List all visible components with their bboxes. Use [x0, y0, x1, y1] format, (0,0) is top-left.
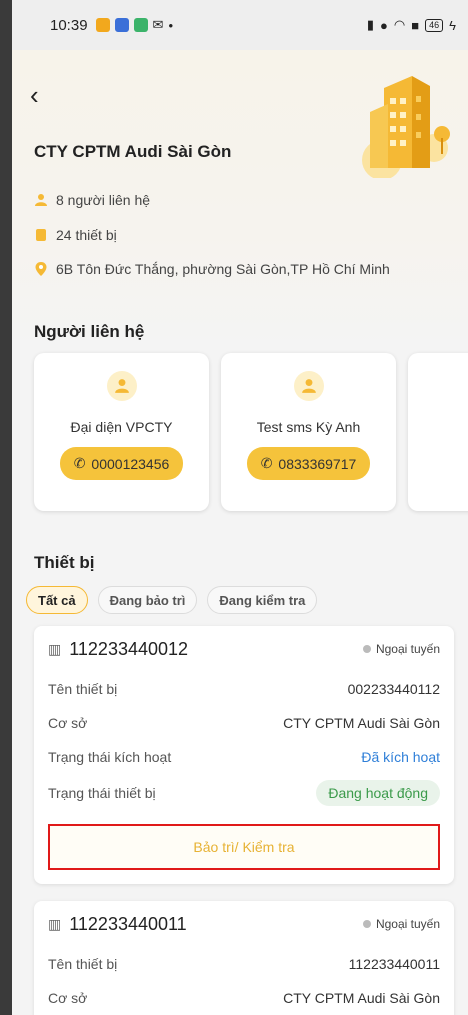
avatar [106, 371, 137, 401]
device-name-row: Tên thiết bị 112233440011 [48, 947, 440, 981]
device-code: 112233440012 [69, 638, 189, 659]
device-site-value: CTY CPTM Audi Sài Gòn [283, 715, 440, 731]
device-code: 112233440011 [69, 913, 187, 934]
contacts-section-title: Người liên hệ [34, 322, 145, 341]
wifi-icon: ◠ [393, 17, 406, 32]
device-filter-chips: Tất cả Đang bảo trì Đang kiểm tra [26, 586, 318, 614]
device-site-row: Cơ sở CTY CPTM Audi Sài Gòn [48, 706, 440, 740]
connection-status-label: Ngoại tuyến [375, 917, 440, 931]
vibrate-icon: ▮ [366, 17, 375, 32]
avatar [293, 371, 324, 401]
devices-section-title: Thiết bị [34, 553, 95, 572]
device-activation-row: Trạng thái kích hoạt Đã kích hoạt [48, 740, 440, 774]
device-site-label: Cơ sở [48, 990, 88, 1006]
person-icon [301, 379, 316, 393]
device-card[interactable]: ▥ 112233440012 Ngoại tuyến Tên thiết bị … [34, 626, 454, 884]
address-row: 6B Tôn Đức Thắng, phường Sài Gòn,TP Hồ C… [34, 261, 390, 277]
connection-status-label: Ngoại tuyến [375, 642, 440, 656]
device-activation-label: Trạng thái kích hoạt [48, 749, 172, 765]
more-dot-icon: • [168, 17, 174, 33]
person-icon [34, 193, 48, 207]
device-site-label: Cơ sở [48, 715, 88, 731]
call-button[interactable]: ✆ 0000123456 [59, 447, 184, 480]
location-icon: ● [380, 17, 388, 33]
filter-chip-inspection[interactable]: Đang kiểm tra [207, 586, 318, 614]
back-button[interactable]: ‹ [30, 82, 54, 109]
devices-count: 24 thiết bị [56, 227, 117, 243]
device-icon [34, 228, 48, 242]
device-status-label: Trạng thái thiết bị [48, 785, 156, 801]
device-status-row: Trạng thái thiết bị Đang hoạt động [48, 774, 440, 812]
building-illustration-icon [362, 76, 450, 178]
battery-icon: 46 [425, 18, 444, 32]
connection-status: Ngoại tuyến [362, 642, 440, 656]
offline-dot-icon [362, 920, 371, 928]
device-header: ▥ 112233440011 Ngoại tuyến [48, 901, 440, 947]
company-address: 6B Tôn Đức Thắng, phường Sài Gòn,TP Hồ C… [56, 261, 390, 277]
app-notification-icon [133, 18, 148, 32]
device-name-value: 112233440011 [348, 956, 440, 972]
call-button[interactable]: ✆ 0833369717 [246, 447, 371, 480]
contact-card[interactable]: Tà ✆ 3 [408, 353, 468, 511]
location-pin-icon [34, 262, 48, 276]
devices-count-row: 24 thiết bị [34, 227, 117, 243]
phone-icon: ✆ [73, 455, 86, 471]
person-icon [114, 379, 129, 393]
charging-icon: ϟ [449, 17, 456, 33]
app-notification-icon [114, 18, 129, 32]
contact-name: Đại diện VPCTY [70, 419, 173, 435]
contacts-count: 8 người liên hệ [56, 192, 151, 208]
contacts-carousel[interactable]: Đại diện VPCTY ✆ 0000123456 Test sms Kỳ … [34, 353, 468, 511]
barcode-icon: ▥ [48, 640, 62, 657]
maintenance-inspection-button[interactable]: Bảo trì/ Kiểm tra [48, 824, 440, 870]
app-notification-icon [95, 18, 110, 32]
system-icons: ▮ ● ◠ ■ 46 ϟ [367, 17, 456, 33]
device-activation-value: Đã kích hoạt [361, 749, 440, 765]
contact-card[interactable]: Test sms Kỳ Anh ✆ 0833369717 [221, 353, 396, 511]
offline-dot-icon [362, 645, 371, 653]
device-card[interactable]: ▥ 112233440011 Ngoại tuyến Tên thiết bị … [34, 901, 454, 1015]
device-name-value: 002233440112 [347, 681, 440, 697]
company-header: ‹ CTY CPTM Audi Sài Gòn 8 người liên hệ … [12, 50, 468, 350]
contact-name: Test sms Kỳ Anh [256, 419, 361, 435]
contacts-count-row: 8 người liên hệ [34, 192, 150, 208]
contact-phone: 0000123456 [91, 455, 170, 472]
barcode-icon: ▥ [48, 915, 62, 932]
notification-icons: ✉ • [95, 17, 174, 33]
contact-card[interactable]: Đại diện VPCTY ✆ 0000123456 [34, 353, 209, 511]
status-bar: 10:39 ✉ • ▮ ● ◠ ■ 46 ϟ [12, 0, 468, 50]
status-time: 10:39 [50, 16, 88, 34]
device-name-label: Tên thiết bị [48, 956, 118, 972]
device-site-value: CTY CPTM Audi Sài Gòn [283, 990, 440, 1006]
filter-chip-all[interactable]: Tất cả [26, 586, 88, 614]
sim-icon: ■ [411, 17, 420, 33]
device-name-row: Tên thiết bị 002233440112 [48, 672, 440, 706]
device-name-label: Tên thiết bị [48, 681, 118, 697]
phone-icon: ✆ [260, 455, 273, 471]
device-header: ▥ 112233440012 Ngoại tuyến [48, 626, 440, 672]
contact-phone: 0833369717 [278, 455, 357, 472]
mail-icon: ✉ [152, 17, 164, 32]
device-site-row: Cơ sở CTY CPTM Audi Sài Gòn [48, 981, 440, 1015]
connection-status: Ngoại tuyến [362, 917, 440, 931]
device-status-badge: Đang hoạt động [316, 780, 440, 806]
filter-chip-maintenance[interactable]: Đang bảo trì [97, 586, 198, 614]
company-name: CTY CPTM Audi Sài Gòn [34, 142, 232, 161]
phone-screen: 10:39 ✉ • ▮ ● ◠ ■ 46 ϟ ‹ CTY CPTM Audi S… [12, 0, 468, 1015]
